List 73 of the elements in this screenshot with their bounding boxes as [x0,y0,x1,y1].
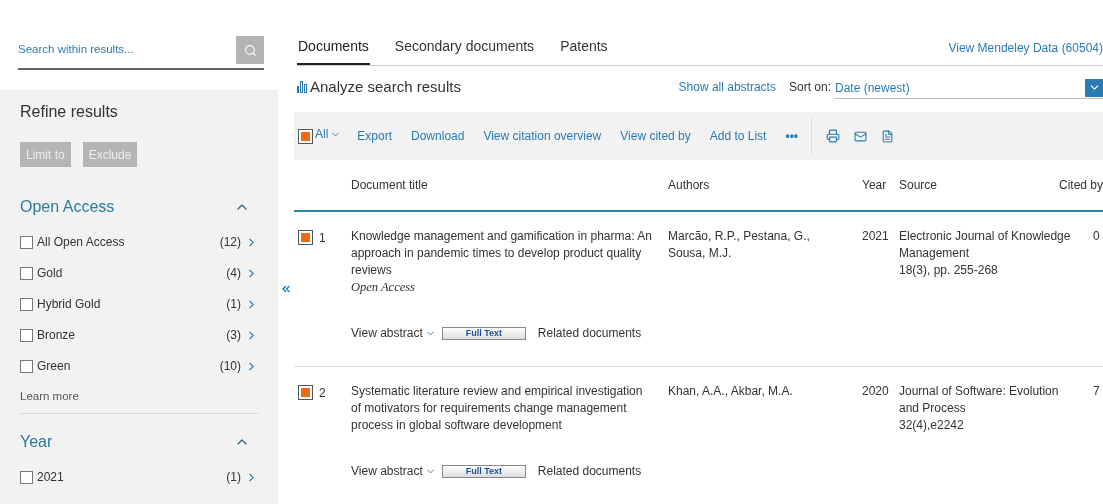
full-text-button[interactable]: Full Text [441,464,526,478]
column-header: Cited by [1058,177,1103,194]
toolbar-action[interactable]: Export [357,127,393,145]
filter-count: (1) [226,469,241,487]
row-number: 2 [319,385,326,402]
filter-group-title[interactable]: Year [20,430,53,455]
document-icon[interactable] [881,129,895,143]
full-text-button[interactable]: Full Text [441,326,526,340]
toolbar-action[interactable]: View cited by [620,127,691,145]
view-abstract-link[interactable]: View abstract [351,462,423,480]
toolbar-action[interactable]: ••• [785,127,799,145]
filter-count: (4) [226,265,241,282]
authors-cell[interactable]: Khan, A.A., Akbar, M.A. [668,383,862,434]
show-abstracts-link[interactable]: Show all abstracts [678,78,776,96]
year-cell-text: 2021 [862,228,890,245]
email-icon[interactable] [854,129,868,143]
tab[interactable]: Patents [559,36,609,65]
toolbar-action[interactable]: Add to List [709,127,767,145]
checkbox[interactable] [20,297,33,311]
tab[interactable]: Secondary documents [393,36,536,65]
sort-label: Sort on: [788,79,831,96]
source-text: 18(3), pp. 255-268 [899,262,999,279]
checkbox[interactable] [20,266,33,280]
collapse-sidebar-icon[interactable] [280,283,292,295]
related-documents-link[interactable]: Related documents [537,324,642,342]
document-title-link[interactable]: Knowledge management and gamification in pharma: An approach in pandemic times to develop product quality reviews [351,228,652,279]
related-documents-link[interactable]: Related documents [537,462,642,480]
select-all-dropdown[interactable]: All [315,125,342,143]
filter-label[interactable]: Gold [37,264,227,282]
checkbox[interactable] [298,128,313,144]
source-text[interactable]: Journal of Software: Evolution and Process [899,383,1077,417]
column-header: Document title [351,177,429,194]
filter-label[interactable]: 2021 [37,468,227,487]
column-header: Authors [668,177,711,194]
tab[interactable]: Documents [297,36,370,65]
checkbox[interactable] [20,470,33,484]
print-icon[interactable] [826,129,841,143]
toolbar-action[interactable]: View citation overview [483,127,602,145]
filter-label[interactable]: Bronze [37,326,227,344]
filter-label[interactable]: Hybrid Gold [37,295,227,313]
filter-count: (12) [219,234,241,251]
checkbox[interactable] [20,328,33,342]
analyze-link[interactable]: Analyze search results [310,75,461,99]
checkbox[interactable] [298,385,313,400]
authors-cell[interactable]: Marcão, R.P., Pestana, G., Sousa, M.J. [668,228,862,296]
filter-count: (3) [226,327,241,344]
filter-group-title[interactable]: Open Access [20,195,115,219]
filter-count: (10) [219,358,241,375]
learn-more-link[interactable]: Learn more [20,388,258,406]
cited-by-cell[interactable]: 7 [1093,383,1103,434]
filter-count: (1) [226,296,241,313]
source-text[interactable]: Electronic Journal of Knowledge Management [899,228,1077,262]
filter-label[interactable]: All Open Access [37,233,220,251]
bar-chart-icon[interactable] [297,81,307,93]
refine-title: Refine results [20,102,119,122]
document-title-link[interactable]: Systematic literature review and empirical investigation of motivators for requirements change management process in global software development [351,383,652,434]
sort-dropdown[interactable]: Date (newest) [835,77,1103,99]
view-abstract-link[interactable]: View abstract [351,324,423,342]
search-field[interactable]: Search within results... [18,41,236,59]
column-header: Year [862,177,888,194]
mendeley-link[interactable]: View Mendeley Data (60504) [948,39,1103,65]
source-text: 32(4),e2242 [899,417,965,434]
checkbox[interactable] [298,230,313,245]
checkbox[interactable] [20,235,33,249]
checkbox[interactable] [20,359,33,373]
row-number: 1 [319,230,326,247]
filter-label[interactable]: Green [37,357,220,375]
access-label: Open Access [351,279,416,296]
year-cell-text: 2020 [862,383,890,400]
dropdown-icon[interactable] [1085,78,1103,97]
cited-by-cell[interactable]: 0 [1093,228,1103,296]
column-header: Source [899,177,939,194]
toolbar-action[interactable]: Download [411,127,465,145]
